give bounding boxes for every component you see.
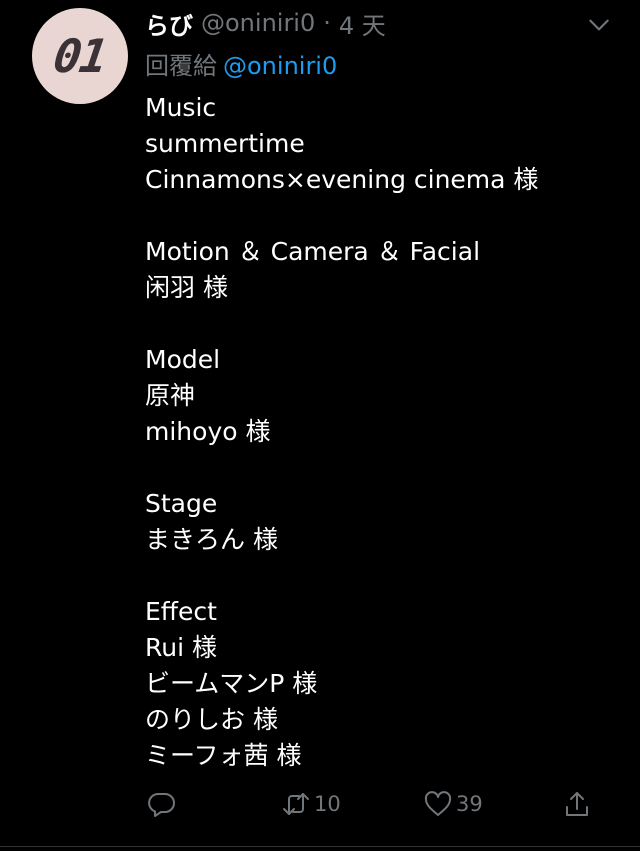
- tweet-line: Model: [145, 345, 221, 374]
- tweet-line: Cinnamons×evening cinema 様: [145, 165, 539, 194]
- reply-button[interactable]: [146, 782, 178, 826]
- share-button[interactable]: [561, 782, 593, 826]
- tweet-line: まきろん 様: [145, 525, 278, 554]
- more-options-button[interactable]: [586, 12, 612, 38]
- tweet-line: [145, 198, 615, 234]
- tweet-line: ビームマンP 様: [145, 669, 318, 698]
- tweet-line: 原神: [145, 381, 196, 410]
- tweet-line: Rui 様: [145, 633, 217, 662]
- reply-icon: [148, 792, 175, 817]
- tweet-actions: 10 39: [0, 782, 640, 826]
- tweet-line: [145, 558, 615, 594]
- avatar[interactable]: 01: [32, 8, 128, 104]
- reply-context: 回覆給 @oniniri0: [145, 46, 337, 81]
- like-count: 39: [456, 792, 483, 816]
- heart-icon: [424, 791, 452, 816]
- timestamp[interactable]: 4 天: [339, 6, 386, 41]
- tweet-line: [145, 450, 615, 486]
- reply-prefix: 回覆給: [145, 52, 217, 80]
- retweet-icon: [283, 793, 309, 815]
- tweet-line: [145, 306, 615, 342]
- tweet-line: ミーフォ茜 様: [145, 741, 302, 770]
- tweet[interactable]: 01 らび @oniniri0 · 4 天 回覆給 @oniniri0 Music…: [0, 0, 640, 851]
- tweet-line: 闲羽 様: [145, 273, 228, 302]
- tweet-text: Music summertime Cinnamons×evening cinem…: [145, 90, 615, 774]
- tweet-header: らび @oniniri0 · 4 天: [145, 6, 386, 40]
- retweet-count: 10: [314, 792, 341, 816]
- reply-to-handle[interactable]: @oniniri0: [223, 52, 337, 80]
- separator: ·: [323, 9, 331, 37]
- tweet-line: Music: [145, 93, 217, 122]
- user-handle[interactable]: @oniniri0: [201, 9, 315, 37]
- tweet-line: のりしお 様: [145, 705, 278, 734]
- tweet-line: Motion ＆ Camera ＆ Facial: [145, 237, 481, 266]
- like-button[interactable]: 39: [422, 782, 483, 826]
- display-name[interactable]: らび: [145, 6, 193, 41]
- share-icon: [566, 792, 588, 816]
- avatar-text: 01: [50, 29, 110, 83]
- tweet-line: Effect: [145, 597, 217, 626]
- tweet-line: summertime: [145, 129, 305, 158]
- retweet-button[interactable]: 10: [280, 782, 341, 826]
- chevron-down-icon: [589, 19, 609, 31]
- tweet-line: mihoyo 様: [145, 417, 271, 446]
- divider: [0, 846, 640, 847]
- tweet-line: Stage: [145, 489, 218, 518]
